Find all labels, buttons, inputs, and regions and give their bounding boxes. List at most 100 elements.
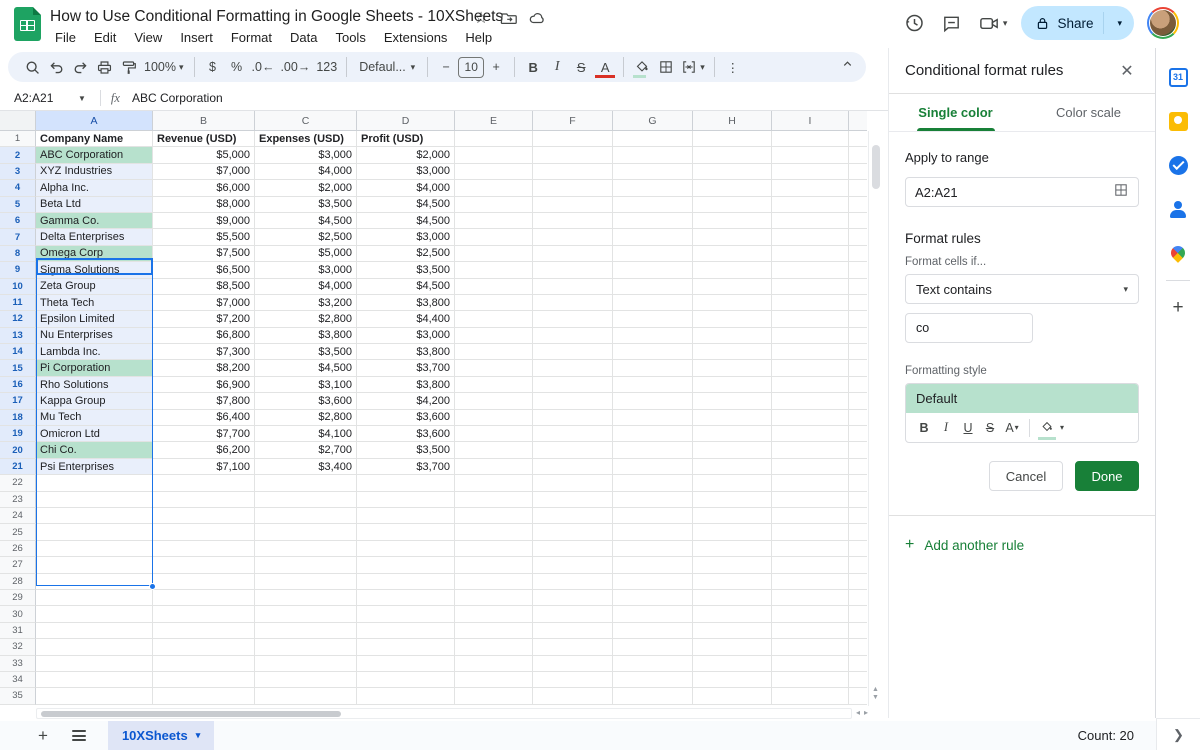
- cell[interactable]: [849, 639, 867, 656]
- cell[interactable]: [357, 573, 455, 590]
- cancel-button[interactable]: Cancel: [989, 461, 1063, 491]
- cell[interactable]: [613, 655, 693, 672]
- cell[interactable]: [357, 589, 455, 607]
- row-header-6[interactable]: 6: [0, 212, 36, 230]
- cell[interactable]: [772, 442, 849, 459]
- cell[interactable]: [153, 557, 255, 574]
- row-header-31[interactable]: 31: [0, 622, 36, 640]
- cell[interactable]: Company Name: [36, 131, 153, 148]
- cell[interactable]: [455, 524, 533, 541]
- cell[interactable]: [693, 327, 772, 345]
- cell[interactable]: [613, 409, 693, 427]
- cell[interactable]: [693, 294, 772, 312]
- cell[interactable]: [455, 196, 533, 213]
- cell[interactable]: [36, 557, 153, 574]
- cell[interactable]: [255, 491, 357, 508]
- cell[interactable]: [693, 639, 772, 656]
- sheet-tab-caret-icon[interactable]: ▾: [196, 730, 201, 741]
- cell[interactable]: [693, 524, 772, 541]
- cell[interactable]: $6,000: [153, 180, 255, 197]
- cell[interactable]: $4,500: [255, 212, 357, 230]
- row-header-13[interactable]: 13: [0, 327, 36, 345]
- column-header-F[interactable]: F: [533, 111, 613, 131]
- add-another-rule-button[interactable]: + Add another rule: [889, 516, 1155, 574]
- horizontal-scroll-arrows[interactable]: ◂ ▸: [856, 708, 868, 717]
- decrease-font-size-icon[interactable]: −: [434, 55, 458, 79]
- cell[interactable]: [255, 524, 357, 541]
- cell[interactable]: [849, 212, 867, 230]
- cell[interactable]: [693, 344, 772, 361]
- vertical-scrollbar[interactable]: ▲ ▼: [868, 131, 881, 706]
- cell[interactable]: [849, 311, 867, 328]
- column-header-B[interactable]: B: [153, 111, 255, 131]
- style-underline-icon[interactable]: U: [958, 417, 978, 439]
- menu-edit[interactable]: Edit: [87, 28, 123, 47]
- cell[interactable]: [255, 622, 357, 640]
- cell[interactable]: $6,500: [153, 262, 255, 279]
- cell[interactable]: [455, 426, 533, 443]
- cell[interactable]: $7,500: [153, 245, 255, 263]
- grid-corner[interactable]: [849, 111, 867, 131]
- print-icon[interactable]: [92, 55, 116, 79]
- cell[interactable]: Mu Tech: [36, 409, 153, 427]
- cell[interactable]: $7,800: [153, 393, 255, 410]
- menu-tools[interactable]: Tools: [328, 28, 372, 47]
- cell[interactable]: $3,200: [255, 294, 357, 312]
- cell[interactable]: [153, 475, 255, 492]
- row-header-14[interactable]: 14: [0, 344, 36, 361]
- cell[interactable]: [613, 245, 693, 263]
- cell[interactable]: [849, 507, 867, 525]
- cell[interactable]: [153, 524, 255, 541]
- name-box[interactable]: A2:A21: [0, 91, 76, 105]
- cell[interactable]: $3,000: [357, 163, 455, 181]
- cell[interactable]: [772, 131, 849, 148]
- cell[interactable]: [772, 491, 849, 508]
- cell[interactable]: [533, 622, 613, 640]
- cell[interactable]: [693, 475, 772, 492]
- row-header-16[interactable]: 16: [0, 376, 36, 394]
- cell[interactable]: [36, 475, 153, 492]
- row-header-9[interactable]: 9: [0, 262, 36, 279]
- document-title[interactable]: How to Use Conditional Formatting in Goo…: [50, 8, 503, 26]
- cell[interactable]: [693, 442, 772, 459]
- cell[interactable]: [455, 229, 533, 246]
- cell[interactable]: [772, 655, 849, 672]
- cell[interactable]: Pi Corporation: [36, 360, 153, 377]
- cell[interactable]: [255, 639, 357, 656]
- cell[interactable]: [455, 639, 533, 656]
- row-header-19[interactable]: 19: [0, 426, 36, 443]
- cell[interactable]: [849, 409, 867, 427]
- menu-extensions[interactable]: Extensions: [377, 28, 455, 47]
- cell[interactable]: [613, 589, 693, 607]
- cell[interactable]: [36, 622, 153, 640]
- cell[interactable]: [357, 622, 455, 640]
- close-panel-icon[interactable]: ✕: [1115, 59, 1139, 83]
- cell[interactable]: [613, 294, 693, 312]
- cell[interactable]: [36, 589, 153, 607]
- cell[interactable]: [772, 376, 849, 394]
- row-header-22[interactable]: 22: [0, 475, 36, 492]
- cell[interactable]: [693, 147, 772, 164]
- cell[interactable]: [613, 573, 693, 590]
- cell[interactable]: [455, 671, 533, 689]
- row-header-5[interactable]: 5: [0, 196, 36, 213]
- italic-icon[interactable]: I: [545, 55, 569, 79]
- cell[interactable]: Omicron Ltd: [36, 426, 153, 443]
- cell[interactable]: [533, 278, 613, 295]
- style-strikethrough-icon[interactable]: S: [980, 417, 1000, 439]
- cell[interactable]: $5,000: [153, 147, 255, 164]
- condition-dropdown[interactable]: Text contains ▾: [905, 274, 1139, 304]
- count-status[interactable]: Count: 20: [1078, 721, 1134, 750]
- cell[interactable]: [533, 131, 613, 148]
- get-addons-icon[interactable]: +: [1172, 297, 1183, 319]
- row-header-28[interactable]: 28: [0, 573, 36, 590]
- sheets-logo-icon[interactable]: [14, 7, 41, 41]
- cell[interactable]: $7,700: [153, 426, 255, 443]
- horizontal-scrollbar[interactable]: [36, 708, 852, 719]
- cell[interactable]: [693, 426, 772, 443]
- cell[interactable]: [533, 671, 613, 689]
- cell[interactable]: [613, 606, 693, 623]
- cell[interactable]: $7,000: [153, 163, 255, 181]
- column-header-D[interactable]: D: [357, 111, 455, 131]
- cell[interactable]: [693, 360, 772, 377]
